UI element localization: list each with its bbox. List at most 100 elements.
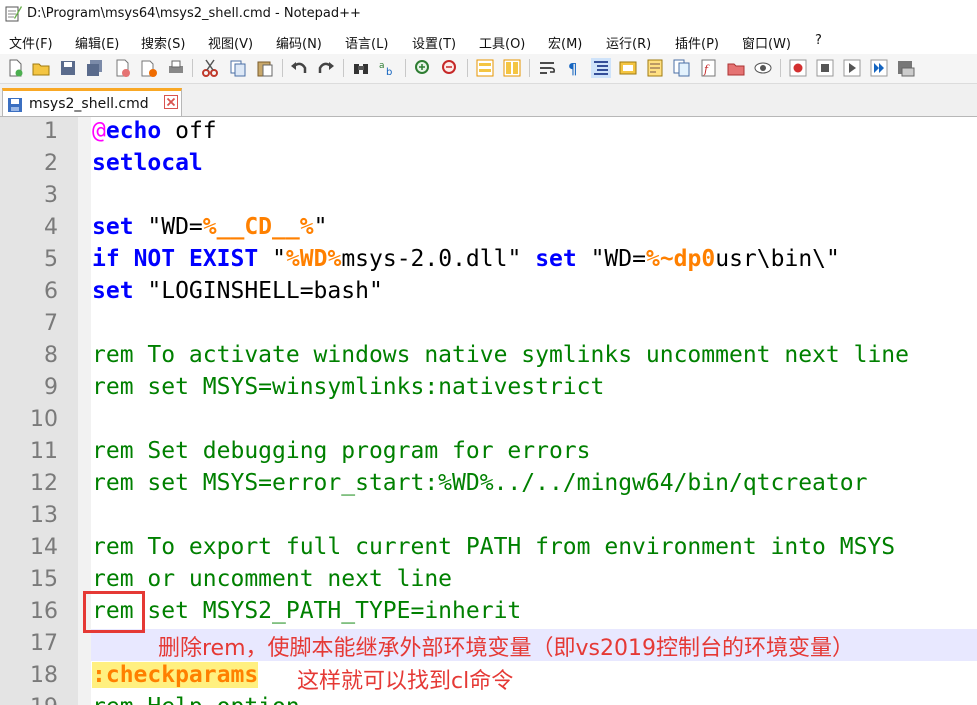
code-line[interactable]: 11 rem Set debugging program for errors bbox=[0, 437, 977, 469]
macro-record-icon[interactable] bbox=[788, 58, 808, 78]
code-token: %__CD__% bbox=[202, 214, 314, 240]
tab-msys2-shell[interactable]: msys2_shell.cmd bbox=[2, 88, 182, 116]
folder-workspace-icon[interactable] bbox=[726, 58, 746, 78]
cut-icon[interactable] bbox=[200, 58, 220, 78]
find-icon[interactable] bbox=[351, 58, 371, 78]
sync-horizontal-icon[interactable] bbox=[502, 58, 522, 78]
menu-view[interactable]: 视图(V) bbox=[208, 33, 253, 52]
menu-search[interactable]: 搜索(S) bbox=[141, 33, 185, 52]
menu-window[interactable]: 窗口(W) bbox=[742, 33, 791, 52]
replace-icon[interactable]: ab bbox=[378, 58, 398, 78]
line-text: rem set MSYS2_PATH_TYPE=inherit bbox=[92, 598, 521, 624]
line-text: rem set MSYS=winsymlinks:nativestrict bbox=[92, 374, 604, 400]
indent-guide-icon[interactable] bbox=[591, 58, 611, 78]
menu-plugins[interactable]: 插件(P) bbox=[675, 33, 719, 52]
menu-run[interactable]: 运行(R) bbox=[606, 33, 651, 52]
code-token: :checkparams bbox=[92, 662, 259, 688]
code-line[interactable]: 15 rem or uncomment next line bbox=[0, 565, 977, 597]
menu-macro[interactable]: 宏(M) bbox=[548, 33, 582, 52]
code-line[interactable]: 1 @echo off bbox=[0, 117, 977, 149]
toolbar: ab ¶ f bbox=[0, 54, 977, 84]
line-number: 15 bbox=[30, 567, 58, 592]
toolbar-separator bbox=[780, 59, 781, 77]
save-all-icon[interactable] bbox=[85, 58, 105, 78]
annotation-box bbox=[83, 591, 145, 633]
macro-save-icon[interactable] bbox=[896, 58, 916, 78]
macro-run-multiple-icon[interactable] bbox=[869, 58, 889, 78]
macro-play-icon[interactable] bbox=[842, 58, 862, 78]
open-file-icon[interactable] bbox=[31, 58, 51, 78]
line-number: 19 bbox=[0, 695, 58, 705]
undo-icon[interactable] bbox=[289, 58, 309, 78]
close-file-icon[interactable] bbox=[112, 58, 132, 78]
code-token: EXIST bbox=[188, 246, 259, 272]
toolbar-separator bbox=[282, 59, 283, 77]
line-number: 13 bbox=[30, 503, 58, 528]
line-text: @echo off bbox=[92, 118, 217, 144]
code-token: set bbox=[535, 246, 577, 272]
sync-vertical-icon[interactable] bbox=[475, 58, 495, 78]
code-token: rem To export full current PATH from env… bbox=[92, 534, 896, 560]
code-token: rem or uncomment next line bbox=[92, 566, 453, 592]
file-saved-icon bbox=[8, 98, 22, 112]
code-line[interactable]: 12 rem set MSYS=error_start:%WD%../../min… bbox=[0, 469, 977, 501]
code-line[interactable]: 6 set "LOGINSHELL=bash" bbox=[0, 277, 977, 309]
line-text: rem Set debugging program for errors bbox=[92, 438, 591, 464]
copy-icon[interactable] bbox=[228, 58, 248, 78]
line-text: rem To activate windows native symlinks … bbox=[92, 342, 909, 368]
menu-file[interactable]: 文件(F) bbox=[9, 33, 53, 52]
tab-bar: msys2_shell.cmd bbox=[0, 84, 977, 117]
notepadpp-icon bbox=[5, 6, 22, 22]
code-token: %~dp0 bbox=[645, 246, 716, 272]
menu-settings[interactable]: 设置(T) bbox=[412, 33, 456, 52]
line-text: if NOT EXIST "%WD%msys-2.0.dll" set "WD=… bbox=[92, 246, 840, 272]
menu-encoding[interactable]: 编码(N) bbox=[276, 33, 322, 52]
close-tab-icon[interactable] bbox=[164, 95, 178, 109]
paste-icon[interactable] bbox=[255, 58, 275, 78]
doc-map-icon[interactable] bbox=[645, 58, 665, 78]
zoom-out-icon[interactable] bbox=[440, 58, 460, 78]
line-text: :checkparams bbox=[92, 662, 259, 688]
user-lang-icon[interactable] bbox=[618, 58, 638, 78]
code-token: "WD= bbox=[576, 246, 646, 272]
zoom-in-icon[interactable] bbox=[413, 58, 433, 78]
code-line[interactable]: 4 set "WD=%__CD__%" bbox=[0, 213, 977, 245]
code-token: setlocal bbox=[92, 150, 203, 176]
line-number: 17 bbox=[30, 631, 58, 656]
menu-language[interactable]: 语言(L) bbox=[345, 33, 388, 52]
code-line[interactable]: 8 rem To activate windows native symlinks… bbox=[0, 341, 977, 373]
menu-help[interactable]: ? bbox=[815, 33, 822, 48]
word-wrap-icon[interactable] bbox=[537, 58, 557, 78]
print-icon[interactable] bbox=[166, 58, 186, 78]
code-line[interactable]: 3 bbox=[0, 181, 977, 213]
code-line[interactable]: 16 rem set MSYS2_PATH_TYPE=inherit bbox=[0, 597, 977, 629]
code-line[interactable]: 9 rem set MSYS=winsymlinks:nativestrict bbox=[0, 373, 977, 405]
code-line[interactable]: 7 bbox=[0, 309, 977, 341]
window-title: D:\Program\msys64\msys2_shell.cmd - Note… bbox=[27, 6, 361, 21]
code-line[interactable]: 14 rem To export full current PATH from e… bbox=[0, 533, 977, 565]
line-number: 1 bbox=[44, 119, 58, 144]
menu-edit[interactable]: 编辑(E) bbox=[75, 33, 119, 52]
show-all-chars-icon[interactable]: ¶ bbox=[564, 58, 584, 78]
line-text: rem To export full current PATH from env… bbox=[92, 534, 895, 560]
monitoring-icon[interactable] bbox=[753, 58, 773, 78]
code-line[interactable]: 2 setlocal bbox=[0, 149, 977, 181]
line-number: 3 bbox=[44, 183, 58, 208]
line-text: rem Help option bbox=[92, 694, 300, 705]
code-line[interactable]: 13 bbox=[0, 501, 977, 533]
annotation-note-2: 这样就可以找到cl命令 bbox=[297, 669, 514, 694]
line-number: 5 bbox=[44, 247, 58, 272]
redo-icon[interactable] bbox=[316, 58, 336, 78]
code-line[interactable]: 10 bbox=[0, 405, 977, 437]
close-all-icon[interactable] bbox=[139, 58, 159, 78]
function-list-icon[interactable]: f bbox=[699, 58, 719, 78]
code-token: rem set MSYS=winsymlinks:nativestrict bbox=[92, 374, 605, 400]
macro-stop-icon[interactable] bbox=[815, 58, 835, 78]
menu-tools[interactable]: 工具(O) bbox=[479, 33, 525, 52]
new-file-icon[interactable] bbox=[5, 58, 25, 78]
save-icon[interactable] bbox=[58, 58, 78, 78]
code-editor[interactable]: 1 @echo off 2 setlocal 3 4 set "WD=%__CD__%" 5 i… bbox=[0, 117, 977, 705]
code-line[interactable]: 5 if NOT EXIST "%WD%msys-2.0.dll" set "WD… bbox=[0, 245, 977, 277]
doc-list-icon[interactable] bbox=[672, 58, 692, 78]
